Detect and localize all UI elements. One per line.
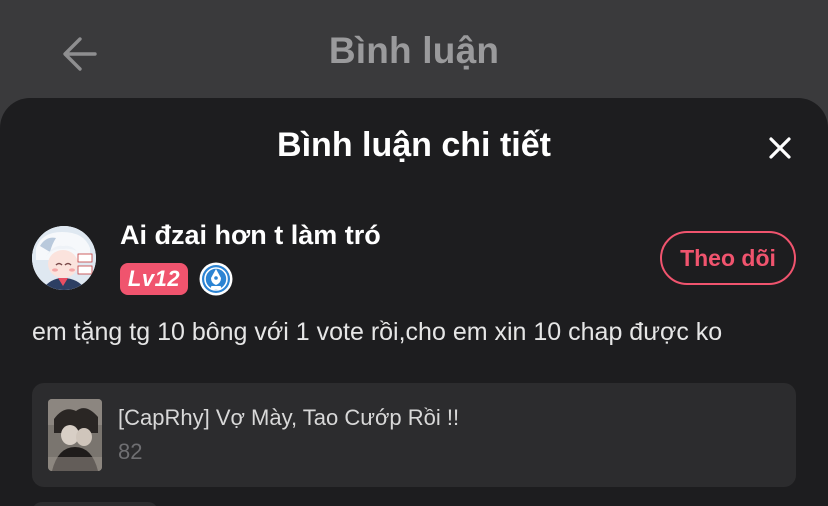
comment-author-name[interactable]: Ai đzai hơn t làm tró: [120, 220, 381, 251]
level-badge: Lv12: [120, 263, 188, 295]
quill-badge-icon: [198, 261, 234, 297]
comment-detail-screen: Bình luận Bình luận chi tiết Ai đzai hơn…: [0, 0, 828, 506]
avatar[interactable]: [32, 226, 96, 290]
close-icon: [769, 137, 791, 159]
top-navigation-bar: Bình luận: [0, 0, 828, 100]
sheet-title: Bình luận chi tiết: [277, 126, 551, 164]
story-thumbnail: [48, 399, 102, 471]
page-title: Bình luận: [328, 30, 500, 71]
story-card[interactable]: [CapRhy] Vợ Mày, Tao Cướp Rồi !! 82: [32, 383, 796, 487]
avatar-image: [32, 226, 96, 290]
follow-button[interactable]: Theo dõi: [660, 231, 796, 285]
close-button[interactable]: [760, 128, 800, 168]
story-title: [CapRhy] Vợ Mày, Tao Cướp Rồi !!: [118, 405, 460, 430]
story-count: 82: [118, 439, 143, 464]
comment-detail-sheet: Bình luận chi tiết Ai đzai hơn t làm tró…: [0, 98, 828, 506]
comment-body: em tặng tg 10 bông với 1 vote rồi,cho em…: [32, 318, 723, 346]
next-item-peek: [32, 502, 158, 506]
